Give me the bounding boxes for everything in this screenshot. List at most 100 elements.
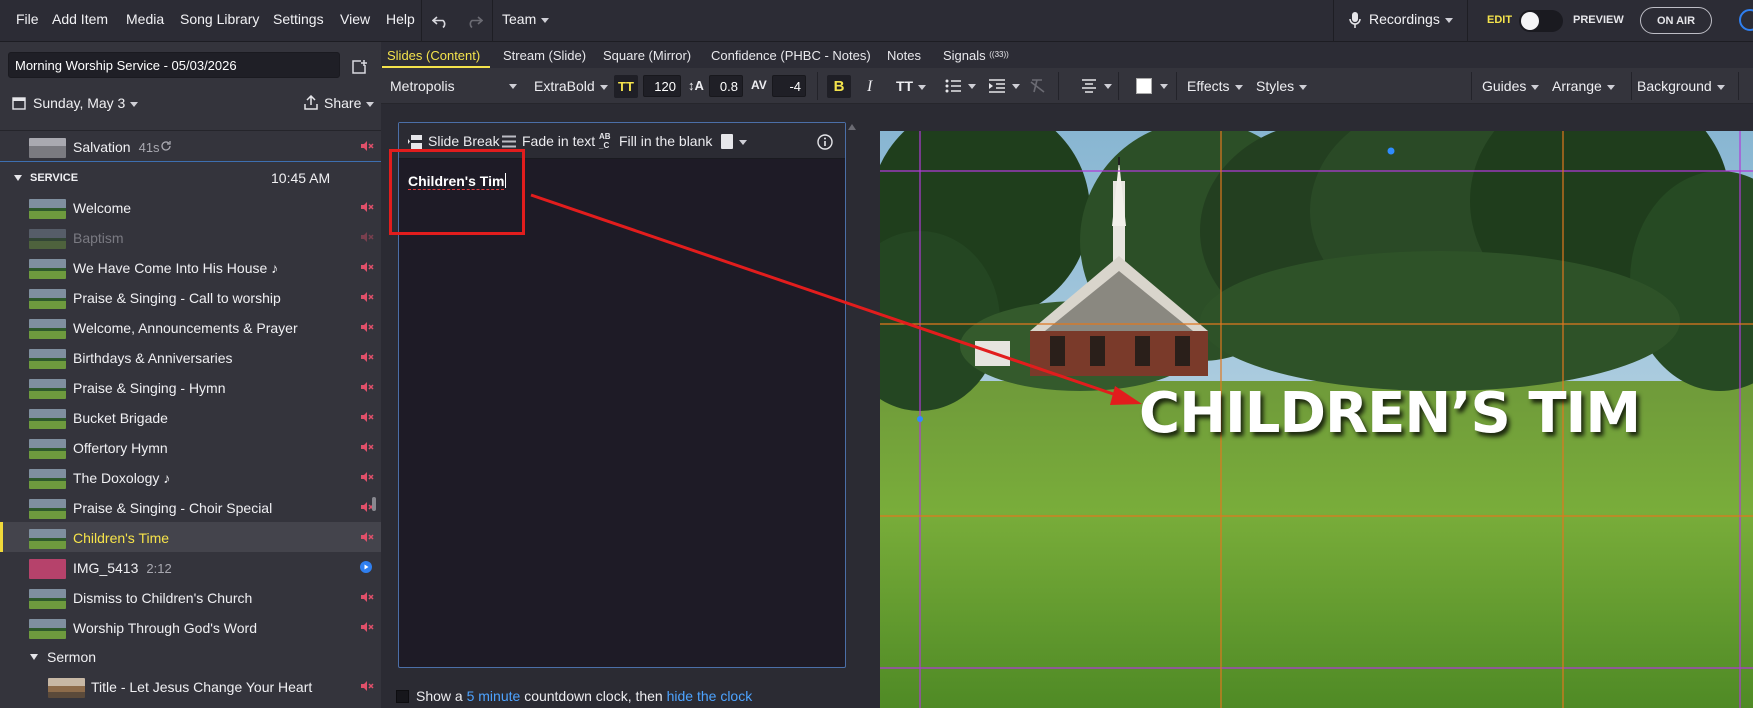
tab-square-mirror[interactable]: Square (Mirror) — [603, 48, 691, 63]
annotation-highlight-box — [389, 149, 525, 235]
background-dropdown[interactable]: Background — [1637, 78, 1725, 94]
text-case-button[interactable]: TT — [896, 78, 927, 94]
list-item[interactable]: Baptism — [0, 222, 381, 252]
list-item[interactable]: Praise & Singing - Hymn — [0, 372, 381, 402]
item-label: Bucket Brigade — [73, 410, 168, 426]
fade-in-text-button[interactable]: Fade in text — [522, 133, 595, 149]
signals-label: Signals — [943, 48, 986, 63]
font-size-input[interactable]: 120 — [643, 75, 681, 97]
styles-dropdown[interactable]: Styles — [1256, 78, 1308, 94]
list-item-sermon-title[interactable]: Title - Let Jesus Change Your Heart — [0, 671, 381, 701]
list-item[interactable]: Welcome — [0, 192, 381, 222]
guides-dropdown[interactable]: Guides — [1482, 78, 1540, 94]
mute-icon[interactable] — [360, 321, 374, 333]
font-family-select[interactable]: Metropolis — [390, 78, 455, 94]
team-dropdown[interactable]: Team — [502, 11, 550, 27]
bold-button[interactable]: B — [827, 75, 851, 98]
tab-stream-slide[interactable]: Stream (Slide) — [503, 48, 586, 63]
mute-icon[interactable] — [360, 261, 374, 273]
list-item[interactable]: We Have Come Into His House ♪ — [0, 252, 381, 282]
menu-help[interactable]: Help — [386, 11, 415, 27]
fill-in-the-blank-button[interactable]: Fill in the blank — [619, 133, 712, 149]
on-air-button[interactable]: ON AIR — [1640, 7, 1712, 34]
list-item[interactable]: Welcome, Announcements & Prayer — [0, 312, 381, 342]
item-thumbnail — [48, 678, 85, 698]
group-header-sermon[interactable]: Sermon — [0, 641, 381, 671]
list-item[interactable]: Dismiss to Children's Church — [0, 582, 381, 612]
list-item[interactable]: Bucket Brigade — [0, 402, 381, 432]
text-color-swatch[interactable] — [1136, 78, 1152, 94]
service-title-input[interactable]: Morning Worship Service - 05/03/2026 — [8, 52, 340, 78]
list-item-salvation[interactable]: Salvation 41s — [0, 131, 381, 161]
list-item[interactable]: Praise & Singing - Call to worship — [0, 282, 381, 312]
team-label: Team — [502, 11, 537, 27]
section-header-service[interactable]: SERVICE 10:45 AM — [0, 162, 381, 192]
signals-badge: ((33)) — [989, 50, 1009, 59]
edit-preview-toggle[interactable] — [1519, 10, 1563, 32]
tab-confidence[interactable]: Confidence (PHBC - Notes) — [711, 48, 871, 63]
font-size-icon[interactable]: TT — [614, 75, 638, 98]
share-dropdown[interactable]: Share — [324, 95, 375, 111]
list-item[interactable]: Children's Time — [0, 522, 381, 552]
redo-icon[interactable] — [465, 13, 483, 29]
item-label: IMG_5413 2:12 — [73, 560, 172, 576]
list-item[interactable]: IMG_5413 2:12 — [0, 552, 381, 582]
tab-signals[interactable]: Signals ((33)) — [943, 48, 1009, 63]
align-center-icon[interactable] — [1081, 79, 1097, 93]
mute-icon[interactable] — [360, 471, 374, 483]
new-window-icon[interactable] — [351, 59, 367, 75]
list-item[interactable]: The Doxology ♪ — [0, 462, 381, 492]
mute-icon[interactable] — [360, 351, 374, 363]
account-icon[interactable] — [1739, 9, 1753, 31]
sidebar-scrollbar[interactable] — [372, 497, 376, 511]
mute-icon[interactable] — [360, 201, 374, 213]
tab-notes[interactable]: Notes — [887, 48, 921, 63]
arrange-dropdown[interactable]: Arrange — [1552, 78, 1615, 94]
line-height-input[interactable]: 0.8 — [709, 75, 743, 97]
countdown-checkbox[interactable] — [396, 690, 409, 703]
font-weight-select[interactable]: ExtraBold — [534, 78, 608, 94]
menu-media[interactable]: Media — [126, 11, 164, 27]
play-icon[interactable] — [360, 561, 372, 573]
date-dropdown[interactable]: Sunday, May 3 — [33, 95, 139, 111]
mute-icon[interactable] — [360, 231, 374, 243]
info-icon[interactable] — [817, 134, 833, 150]
mute-icon[interactable] — [360, 140, 374, 152]
recordings-dropdown[interactable]: Recordings — [1369, 11, 1453, 27]
menu-song-library[interactable]: Song Library — [180, 11, 259, 27]
menu-settings[interactable]: Settings — [273, 11, 324, 27]
preview-mode-label: PREVIEW — [1573, 14, 1624, 26]
list-item[interactable]: Birthdays & Anniversaries — [0, 342, 381, 372]
menu-add-item[interactable]: Add Item — [52, 11, 108, 27]
list-item[interactable]: Worship Through God's Word — [0, 612, 381, 642]
mute-icon[interactable] — [360, 621, 374, 633]
countdown-action-link[interactable]: hide the clock — [667, 688, 753, 704]
tracking-input[interactable]: -4 — [772, 75, 806, 97]
scroll-up-icon[interactable] — [848, 124, 856, 130]
mute-icon[interactable] — [360, 381, 374, 393]
bible-icon[interactable] — [721, 134, 733, 149]
chevron-down-icon — [1012, 84, 1020, 89]
mute-icon[interactable] — [360, 441, 374, 453]
mute-icon[interactable] — [360, 411, 374, 423]
list-item[interactable]: Offertory Hymn — [0, 432, 381, 462]
service-sidebar: Morning Worship Service - 05/03/2026 Sun… — [0, 42, 381, 708]
clear-format-icon[interactable] — [1030, 79, 1046, 93]
indent-icon[interactable] — [989, 79, 1005, 93]
mute-icon[interactable] — [360, 591, 374, 603]
italic-button[interactable]: I — [867, 78, 872, 96]
bullet-list-icon[interactable] — [945, 79, 961, 93]
list-item[interactable]: Praise & Singing - Choir Special — [0, 492, 381, 522]
mute-icon[interactable] — [360, 291, 374, 303]
mute-icon[interactable] — [360, 531, 374, 543]
slide-break-button[interactable]: Slide Break — [428, 133, 500, 149]
menu-file[interactable]: File — [16, 11, 39, 27]
undo-icon[interactable] — [432, 13, 450, 29]
item-label: Welcome, Announcements & Prayer — [73, 320, 298, 336]
countdown-minutes-link[interactable]: 5 minute — [467, 688, 521, 704]
menu-view[interactable]: View — [340, 11, 370, 27]
effects-dropdown[interactable]: Effects — [1187, 78, 1243, 94]
mute-icon[interactable] — [360, 680, 374, 692]
tab-slides-content[interactable]: Slides (Content) — [387, 48, 480, 63]
slide-title-text[interactable]: CHILDREN’S TIM — [1139, 381, 1641, 446]
